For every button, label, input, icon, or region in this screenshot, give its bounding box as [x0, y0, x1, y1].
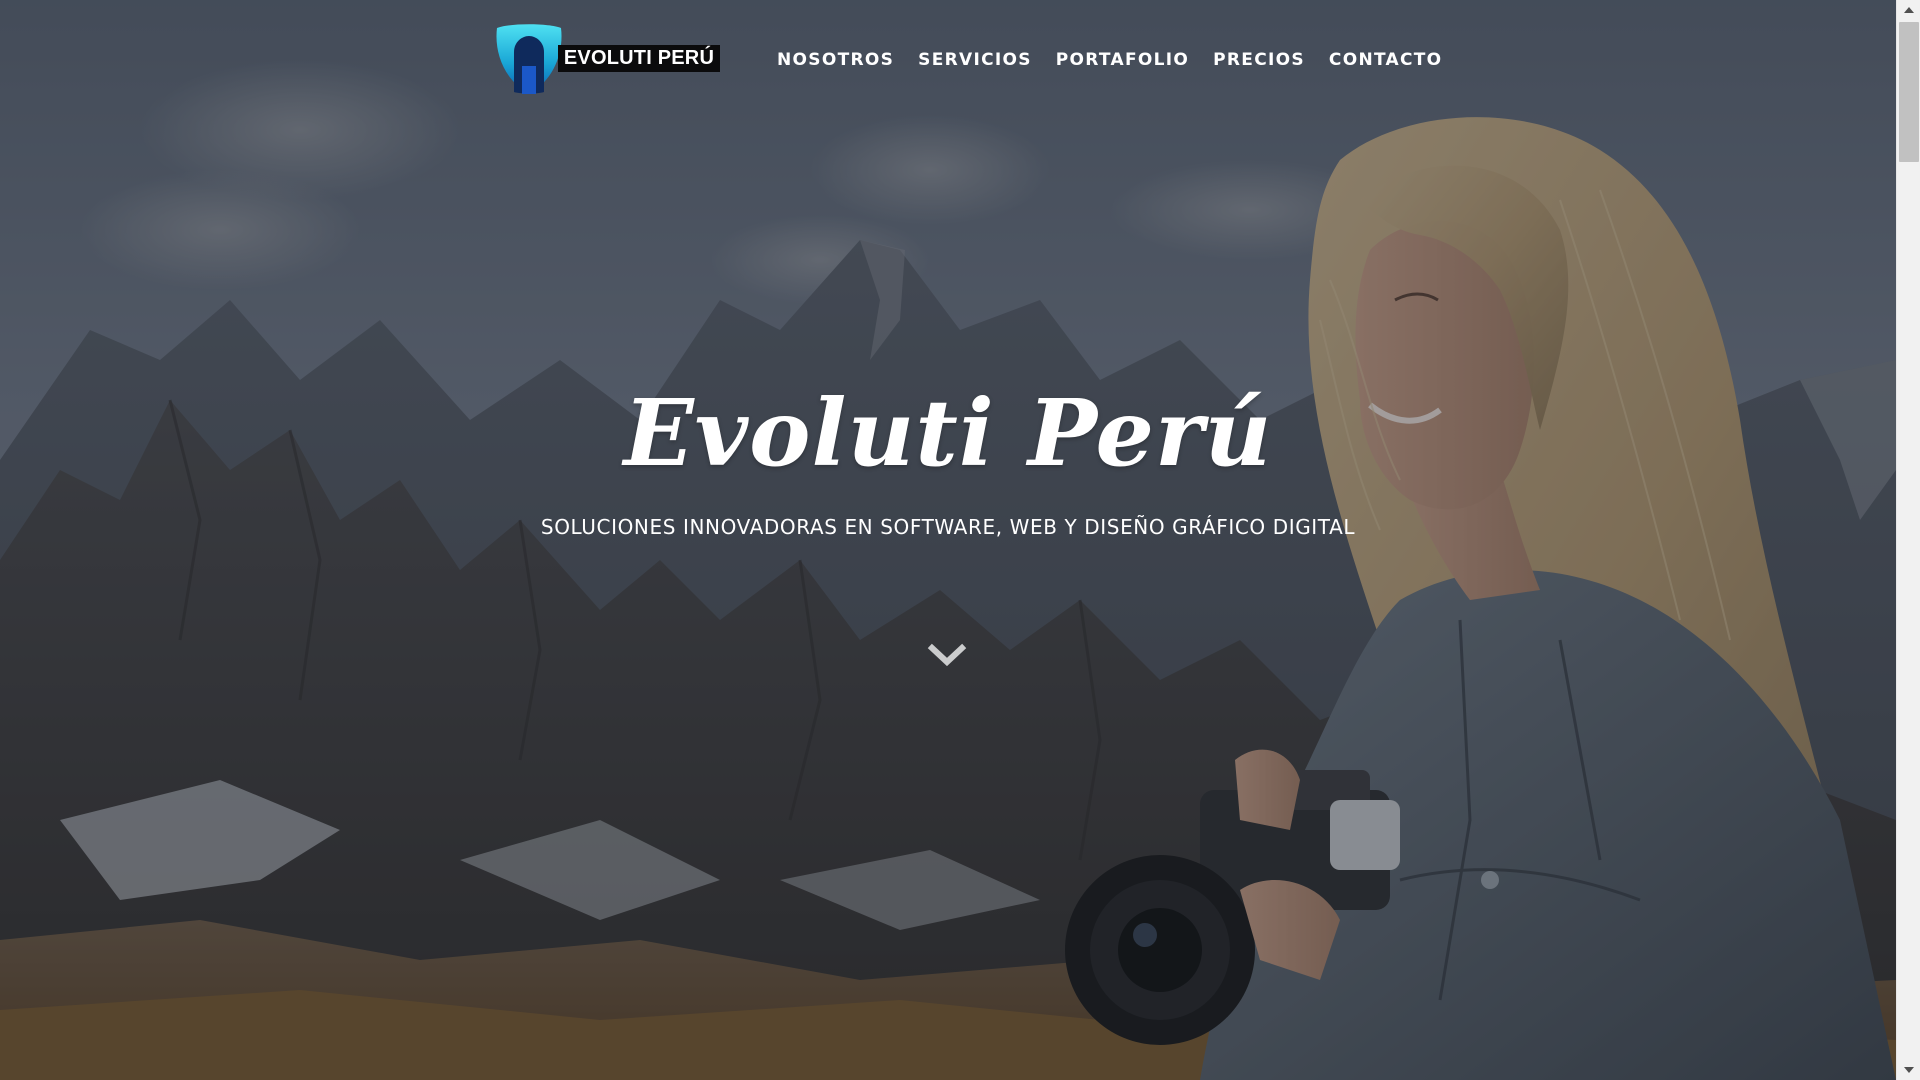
nav-link-precios[interactable]: PRECIOS	[1213, 46, 1305, 74]
page-viewport: EVOLUTI PERÚ NOSOTROS SERVICIOS PORTAFOL…	[0, 0, 1896, 1080]
scroll-down-button[interactable]	[927, 636, 967, 672]
brand-wordmark: EVOLUTI PERÚ	[563, 47, 715, 69]
nav-link-portafolio[interactable]: PORTAFOLIO	[1056, 46, 1189, 74]
nav-item-portafolio: PORTAFOLIO	[1056, 46, 1189, 74]
hero-title: Evoluti Perú	[623, 379, 1273, 487]
brand-wordmark-box: EVOLUTI PERÚ	[558, 45, 720, 72]
brand-logo-link[interactable]: EVOLUTI PERÚ	[494, 22, 720, 96]
nav-item-precios: PRECIOS	[1213, 46, 1305, 74]
scroll-down-arrow-icon[interactable]	[1897, 1060, 1920, 1080]
nav-item-nosotros: NOSOTROS	[777, 46, 894, 74]
shield-helmet-logo-icon	[496, 24, 562, 94]
nav-link-contacto[interactable]: CONTACTO	[1329, 46, 1443, 74]
chevron-down-icon	[927, 643, 967, 667]
main-nav: NOSOTROS SERVICIOS PORTAFOLIO PRECIOS CO…	[777, 46, 1442, 74]
hero-dark-overlay	[0, 0, 1896, 1080]
nav-link-servicios[interactable]: SERVICIOS	[918, 46, 1032, 74]
nav-link-nosotros[interactable]: NOSOTROS	[777, 46, 894, 74]
scrollbar-thumb[interactable]	[1899, 22, 1919, 162]
page-scrollbar[interactable]	[1896, 0, 1920, 1080]
hero-subtitle: SOLUCIONES INNOVADORAS EN SOFTWARE, WEB …	[540, 515, 1356, 539]
nav-item-contacto: CONTACTO	[1329, 46, 1443, 74]
nav-item-servicios: SERVICIOS	[918, 46, 1032, 74]
site-header: EVOLUTI PERÚ NOSOTROS SERVICIOS PORTAFOL…	[0, 0, 1896, 120]
scroll-up-arrow-icon[interactable]	[1897, 0, 1920, 20]
